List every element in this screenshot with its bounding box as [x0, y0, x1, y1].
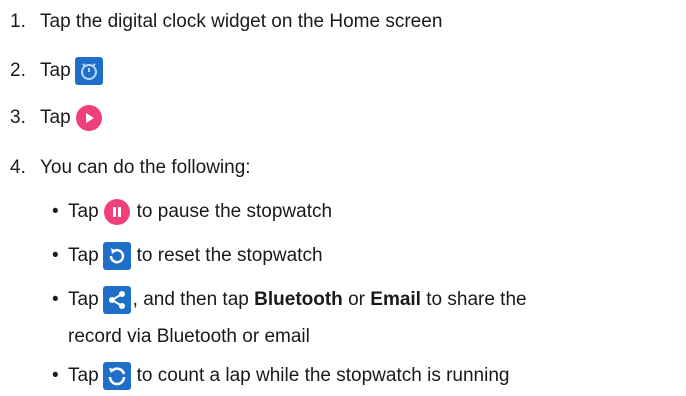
step-number: 1. — [10, 11, 26, 32]
step-text: Tap the digital clock widget on the Home… — [40, 11, 443, 32]
play-icon — [75, 104, 103, 132]
bullet: • — [52, 201, 59, 222]
substep-share: • Tap , and then tap Bluetooth or Email … — [52, 284, 527, 316]
step-number: 2. — [10, 60, 26, 81]
bullet: • — [52, 245, 59, 266]
email-label: Email — [370, 289, 421, 310]
share-icon — [102, 286, 131, 314]
alarm-timer-icon — [74, 57, 103, 85]
substep-text: record via Bluetooth or email — [68, 326, 310, 347]
substep-lap: • Tap to count a lap while the stopwatch… — [52, 360, 509, 392]
bluetooth-label: Bluetooth — [254, 289, 343, 310]
step-text: Tap — [40, 60, 71, 81]
substep-text: to pause the stopwatch — [136, 201, 333, 222]
pause-icon — [103, 198, 131, 226]
substep-reset: • Tap to reset the stopwatch — [52, 240, 323, 272]
substep-share-continued: record via Bluetooth or email — [68, 322, 310, 352]
step-2: 2. Tap — [10, 55, 109, 87]
step-1: 1. Tap the digital clock widget on the H… — [10, 6, 442, 38]
step-text: Tap — [40, 107, 71, 128]
instructions: 1. Tap the digital clock widget on the H… — [0, 0, 686, 396]
substep-text: Tap — [68, 365, 99, 386]
bullet: • — [52, 365, 59, 386]
step-number: 3. — [10, 107, 26, 128]
step-number: 4. — [10, 157, 26, 178]
reset-icon — [102, 242, 131, 270]
substep-text: Tap — [68, 245, 99, 266]
substep-text: Tap — [68, 201, 99, 222]
substep-text: to share the — [426, 289, 527, 310]
step-text: You can do the following: — [40, 157, 251, 178]
substep-pause: • Tap to pause the stopwatch — [52, 196, 332, 228]
lap-icon — [102, 362, 131, 390]
substep-text: to count a lap while the stopwatch is ru… — [136, 365, 510, 386]
substep-text: , and then tap — [132, 289, 249, 310]
bullet: • — [52, 289, 59, 310]
substep-text: Tap — [68, 289, 99, 310]
step-4: 4. You can do the following: — [10, 152, 251, 184]
step-3: 3. Tap — [10, 102, 109, 134]
substep-text: to reset the stopwatch — [136, 245, 323, 266]
substep-text: or — [348, 289, 365, 310]
